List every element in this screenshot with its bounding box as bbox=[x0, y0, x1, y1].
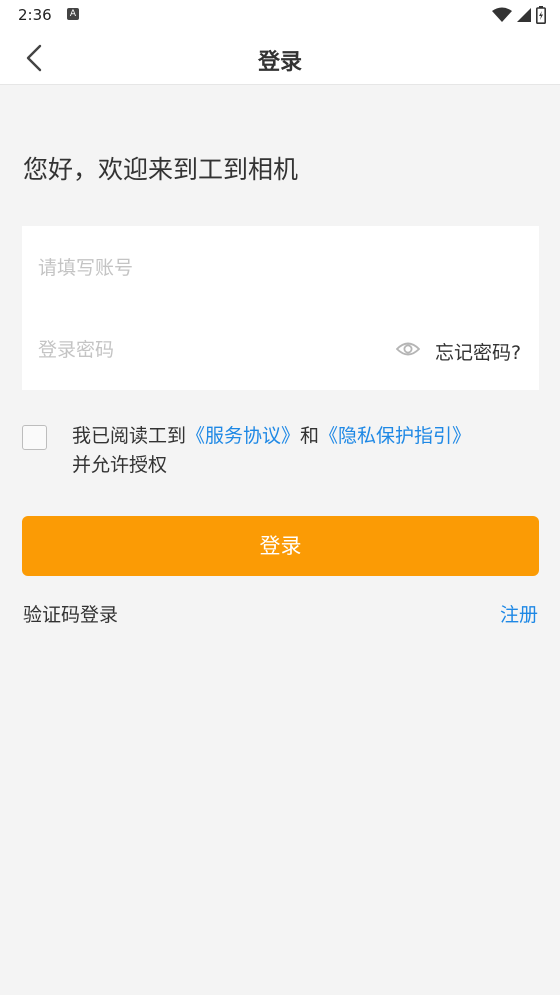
notification-icon: A bbox=[67, 8, 79, 20]
forgot-password-link[interactable]: 忘记密码? bbox=[435, 338, 521, 365]
wifi-icon bbox=[492, 7, 512, 22]
battery-icon bbox=[536, 6, 546, 24]
login-button[interactable]: 登录 bbox=[22, 516, 539, 576]
account-input[interactable] bbox=[38, 248, 378, 288]
agreement-prefix: 我已阅读工到 bbox=[72, 425, 187, 447]
status-time: 2:36 bbox=[18, 6, 52, 24]
sms-login-link[interactable]: 验证码登录 bbox=[23, 600, 118, 627]
eye-icon[interactable] bbox=[396, 339, 420, 359]
signal-icon bbox=[517, 8, 531, 22]
agreement-and: 和 bbox=[300, 425, 320, 447]
page-title: 登录 bbox=[257, 50, 302, 75]
status-icons bbox=[492, 6, 546, 24]
agreement-suffix: 并允许授权 bbox=[72, 454, 168, 476]
register-link[interactable]: 注册 bbox=[500, 600, 538, 627]
app-header: 登录 bbox=[0, 30, 560, 85]
agreement-checkbox[interactable] bbox=[22, 425, 47, 450]
privacy-policy-link[interactable]: 《隐私保护指引》 bbox=[319, 425, 471, 447]
password-input[interactable] bbox=[38, 330, 378, 370]
login-form-card: 忘记密码? bbox=[22, 226, 539, 390]
welcome-heading: 您好，欢迎来到工到相机 bbox=[23, 155, 299, 184]
password-field-row: 忘记密码? bbox=[22, 308, 539, 390]
account-field-row bbox=[22, 226, 539, 308]
service-agreement-link[interactable]: 《服务协议》 bbox=[186, 425, 300, 447]
agreement-text: 我已阅读工到《服务协议》和《隐私保护指引》并允许授权 bbox=[72, 422, 532, 480]
status-bar: 2:36 A bbox=[0, 0, 560, 30]
agreement-row: 我已阅读工到《服务协议》和《隐私保护指引》并允许授权 bbox=[22, 422, 542, 482]
